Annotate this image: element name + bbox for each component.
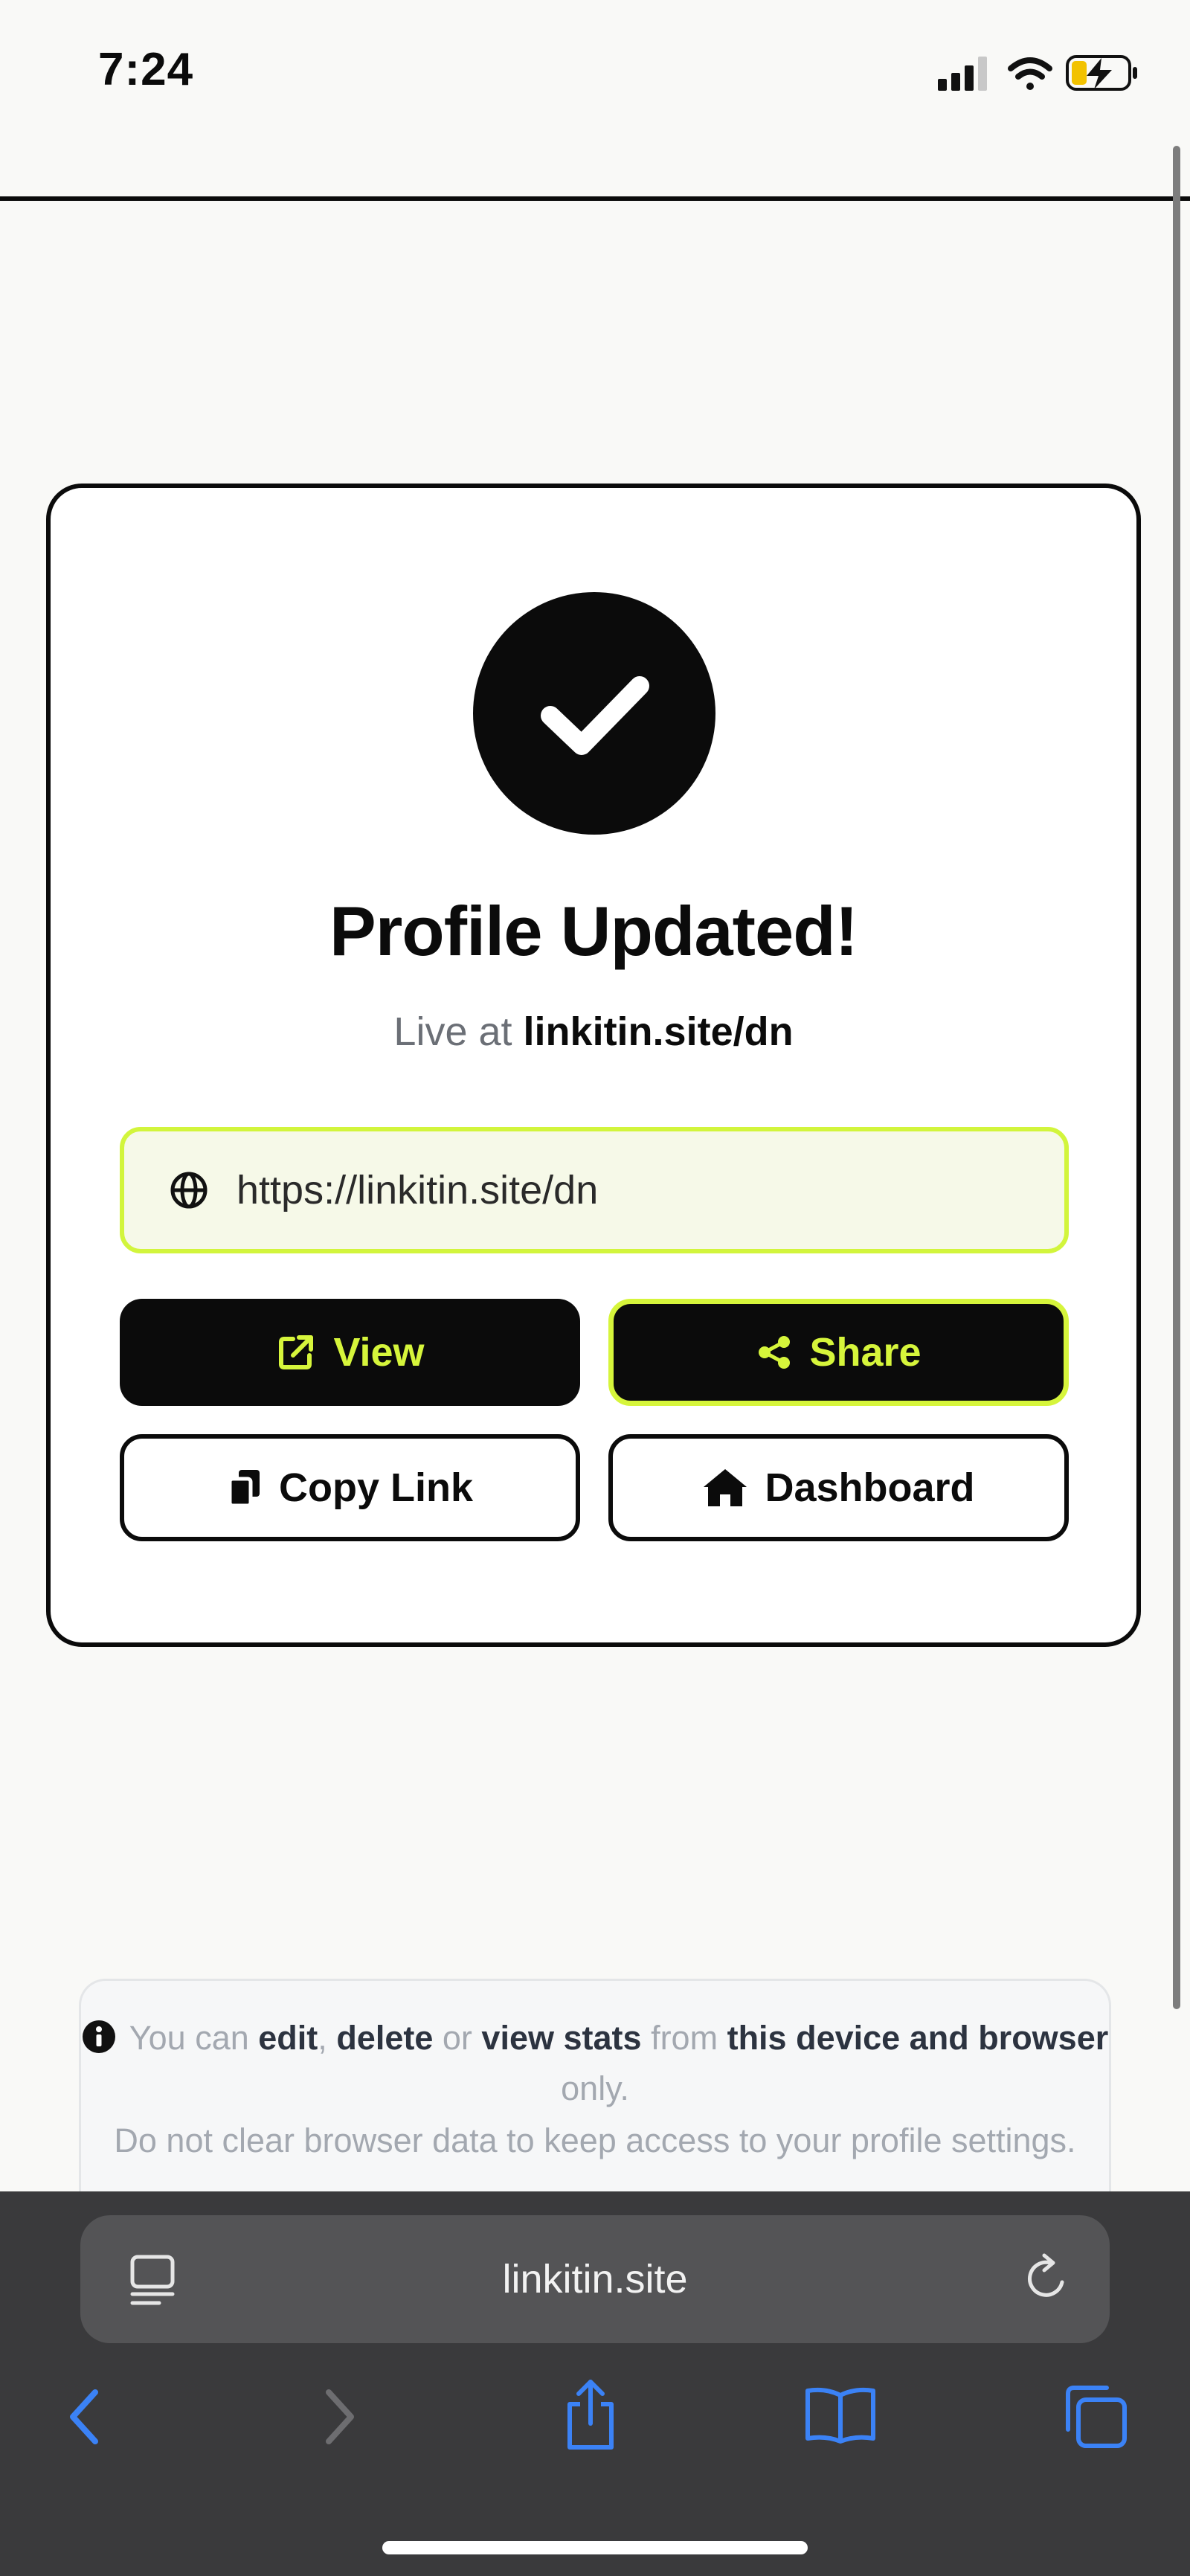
info-icon [82,2020,115,2053]
share-icon[interactable] [559,2377,622,2452]
share-nodes-icon [759,1336,791,1369]
battery-charging-icon [1066,55,1137,91]
notice-comma: , [318,2019,327,2057]
live-link[interactable]: linkitin.site/dn [524,1009,794,1054]
home-indicator [382,2541,808,2554]
live-at-line: Live at linkitin.site/dn [46,1009,1141,1055]
scrollbar[interactable] [1173,146,1180,2009]
view-button[interactable]: View [120,1299,580,1406]
tabs-icon[interactable] [1058,2380,1129,2452]
copy-link-label: Copy Link [278,1465,473,1510]
address-text[interactable]: linkitin.site [80,2257,1110,2302]
header-divider [0,196,1190,201]
profile-url-value: https://linkitin.site/dn [237,1168,599,1212]
status-icons [938,55,1137,91]
check-icon [541,676,649,755]
share-button[interactable]: Share [608,1299,1069,1406]
back-icon[interactable] [64,2386,106,2447]
notice-delete: delete [336,2019,434,2057]
view-label: View [333,1330,425,1375]
notice-only: only. [561,2069,629,2107]
status-time: 7:24 [98,44,194,95]
notice-text: You can edit, delete or view stats from … [79,2013,1111,2114]
page-title: Profile Updated! [329,892,858,970]
notice-text-1: You can [129,2019,249,2057]
bookmarks-icon[interactable] [803,2385,878,2444]
share-label: Share [809,1330,922,1375]
notice-from: from [651,2019,718,2057]
notice-or: or [442,2019,472,2057]
dashboard-label: Dashboard [765,1465,975,1510]
reload-icon[interactable] [1020,2252,1072,2306]
notice-edit: edit [258,2019,318,2057]
external-link-icon [279,1335,314,1369]
signal-icon [938,57,987,91]
copy-icon [228,1470,260,1508]
copy-link-button[interactable]: Copy Link [120,1434,580,1541]
dashboard-button[interactable]: Dashboard [608,1434,1069,1541]
live-prefix: Live at [393,1009,512,1054]
wifi-icon [1008,57,1052,90]
forward-icon[interactable] [318,2386,360,2447]
notice-view-stats: view stats [481,2019,642,2057]
notice-warning: Do not clear browser data to keep access… [114,2121,1076,2159]
notice-device: this device and browser [727,2019,1109,2057]
success-badge [473,592,715,835]
home-icon [704,1469,747,1506]
globe-icon [170,1172,208,1209]
